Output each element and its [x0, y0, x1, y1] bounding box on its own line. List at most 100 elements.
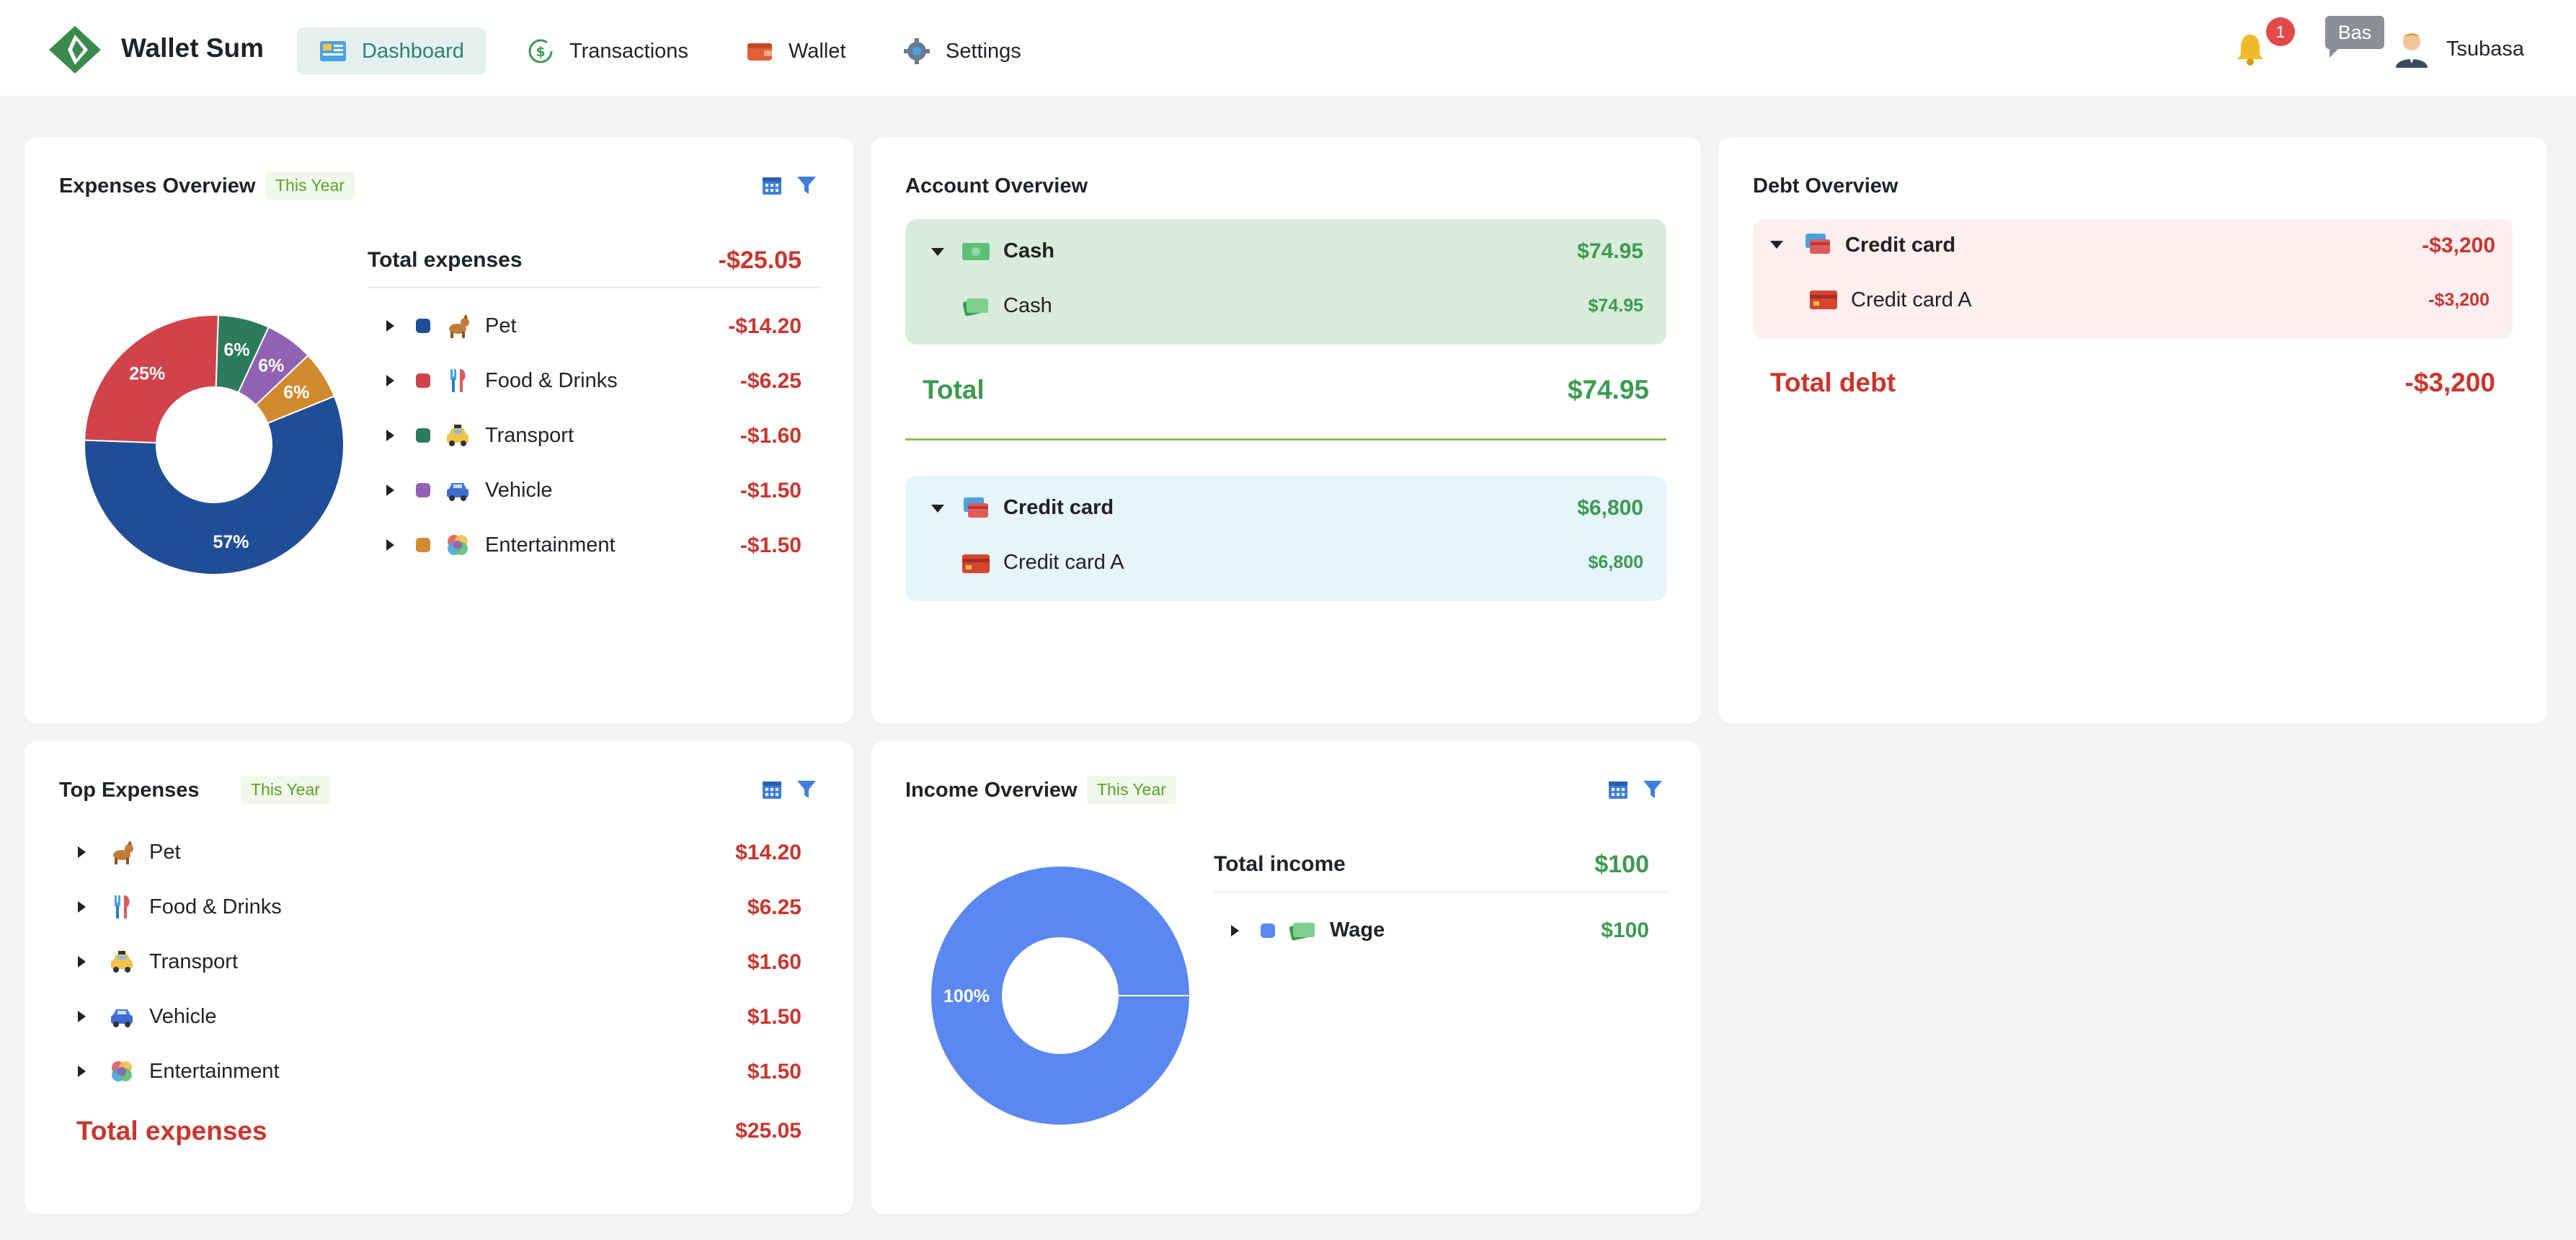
- legend-swatch: [1261, 923, 1275, 938]
- nav-wallet[interactable]: Wallet: [724, 27, 868, 75]
- cash-group-name[interactable]: Cash: [1003, 239, 1054, 263]
- top-expense-name: Transport: [149, 949, 239, 973]
- expand-caret-icon[interactable]: [78, 901, 86, 913]
- legend-swatch: [416, 319, 430, 333]
- expand-caret-icon[interactable]: [1231, 924, 1239, 936]
- credit-card-a-icon: [1810, 291, 1837, 309]
- income-category-value: $100: [1601, 918, 1649, 942]
- cutlery-icon: [445, 368, 471, 394]
- collapse-caret-icon[interactable]: [931, 248, 944, 256]
- expand-caret-icon[interactable]: [386, 375, 394, 386]
- top-expense-row[interactable]: Pet: [78, 839, 181, 865]
- calendar-icon[interactable]: [761, 174, 783, 196]
- expand-caret-icon[interactable]: [78, 1066, 86, 1077]
- expense-category-row[interactable]: Transport: [386, 422, 574, 448]
- divider: [368, 287, 820, 288]
- credit-card-a-name[interactable]: Credit card A: [1003, 551, 1124, 575]
- account-total-value: $74.95: [1567, 375, 1649, 404]
- top-navigation-bar: Wallet Sum Dashboard $ Transactions Wall…: [0, 0, 2576, 97]
- wallet-icon: [747, 43, 772, 61]
- top-expense-row[interactable]: Food & Drinks: [78, 894, 282, 920]
- donut-slice-label: 100%: [943, 986, 990, 1006]
- expense-category-value: -$14.20: [728, 314, 801, 338]
- credit-card-icon: [964, 497, 988, 518]
- username[interactable]: Tsubasa: [2446, 37, 2524, 61]
- dog-icon: [445, 313, 471, 339]
- expense-category-row[interactable]: Food & Drinks: [386, 368, 618, 394]
- gear-icon: [904, 38, 930, 64]
- credit-card-a-icon: [962, 554, 990, 573]
- nav-settings-label: Settings: [946, 39, 1021, 63]
- filter-icon[interactable]: [1642, 779, 1664, 800]
- cash-account-name[interactable]: Cash: [1003, 294, 1052, 318]
- taxi-icon: [445, 422, 471, 448]
- top-expenses-total-value: $25.05: [735, 1119, 801, 1143]
- expand-caret-icon[interactable]: [386, 484, 394, 496]
- car-icon: [109, 1004, 135, 1029]
- credit-card-a-value: $6,800: [1588, 552, 1643, 572]
- account-overview-card: Account Overview Cash $74.95 Cash $74.95…: [871, 137, 1701, 724]
- expand-caret-icon[interactable]: [386, 320, 394, 332]
- calendar-icon[interactable]: [1607, 779, 1629, 800]
- expand-caret-icon[interactable]: [386, 539, 394, 551]
- top-expense-row[interactable]: Vehicle: [78, 1004, 217, 1029]
- debt-group-name[interactable]: Credit card: [1845, 234, 1955, 257]
- palette-icon: [445, 532, 471, 558]
- user-avatar-icon[interactable]: [2393, 29, 2430, 69]
- total-income-value: $100: [1594, 851, 1649, 878]
- card-title: Account Overview: [905, 174, 1088, 198]
- expense-category-value: -$6.25: [740, 369, 801, 393]
- notification-bell-icon[interactable]: [2234, 32, 2266, 66]
- period-tag[interactable]: This Year: [241, 776, 330, 804]
- collapse-caret-icon[interactable]: [931, 505, 944, 513]
- palette-icon: [109, 1058, 135, 1084]
- account-total-label: Total: [923, 375, 985, 404]
- top-expense-row[interactable]: Entertainment: [78, 1058, 280, 1084]
- filter-icon[interactable]: [796, 174, 817, 196]
- credit-card-group-value: $6,800: [1577, 496, 1643, 520]
- expense-category-row[interactable]: Vehicle: [386, 477, 553, 503]
- top-expense-row[interactable]: Transport: [78, 949, 238, 975]
- expense-category-value: -$1.50: [740, 533, 801, 557]
- expense-category-row[interactable]: Pet: [386, 313, 517, 339]
- chat-bubble[interactable]: Bas: [2325, 16, 2384, 58]
- filter-icon[interactable]: [796, 779, 817, 800]
- top-expense-name: Pet: [149, 840, 181, 864]
- expenses-donut-chart: 57% 25% 6% 6% 6%: [84, 314, 345, 575]
- expand-caret-icon[interactable]: [386, 430, 394, 441]
- credit-card-group-name[interactable]: Credit card: [1003, 496, 1114, 520]
- donut-slice-label: 6%: [283, 382, 309, 402]
- period-tag[interactable]: This Year: [265, 172, 355, 200]
- calendar-icon[interactable]: [761, 779, 783, 800]
- legend-swatch: [416, 373, 430, 388]
- legend-swatch: [416, 428, 430, 443]
- taxi-icon: [109, 949, 135, 975]
- expand-caret-icon[interactable]: [78, 956, 86, 967]
- debt-account-name[interactable]: Credit card A: [1851, 288, 1972, 312]
- cash-money-icon: [963, 298, 988, 316]
- nav-transactions[interactable]: $ Transactions: [505, 27, 710, 75]
- total-debt-label: Total debt: [1770, 368, 1896, 397]
- divider: [905, 438, 1666, 440]
- cutlery-icon: [109, 894, 135, 920]
- top-expenses-card: Top Expenses This Year Total expenses $2…: [25, 741, 853, 1214]
- expense-category-name: Vehicle: [485, 478, 553, 502]
- expenses-overview-card: Expenses Overview This Year 57% 25% 6% 6% 6%…: [25, 137, 853, 724]
- top-expense-value: $1.50: [747, 1060, 801, 1084]
- debt-group-value: -$3,200: [2422, 234, 2495, 257]
- total-expenses-label: Total expenses: [368, 248, 523, 272]
- period-tag[interactable]: This Year: [1087, 776, 1176, 804]
- nav-transactions-label: Transactions: [569, 39, 688, 63]
- top-expense-value: $6.25: [747, 895, 801, 919]
- card-title: Income Overview: [905, 779, 1078, 802]
- expand-caret-icon[interactable]: [78, 1011, 86, 1022]
- collapse-caret-icon[interactable]: [1770, 241, 1783, 249]
- car-icon: [445, 477, 471, 503]
- expense-category-row[interactable]: Entertainment: [386, 532, 616, 558]
- nav-dashboard[interactable]: Dashboard: [297, 27, 486, 75]
- expand-caret-icon[interactable]: [78, 846, 86, 858]
- wallet-sum-logo-icon[interactable]: [48, 25, 102, 75]
- nav-settings[interactable]: Settings: [881, 27, 1043, 75]
- income-row-wage[interactable]: Wage: [1231, 918, 1385, 942]
- top-expenses-total-label: Total expenses: [76, 1116, 267, 1146]
